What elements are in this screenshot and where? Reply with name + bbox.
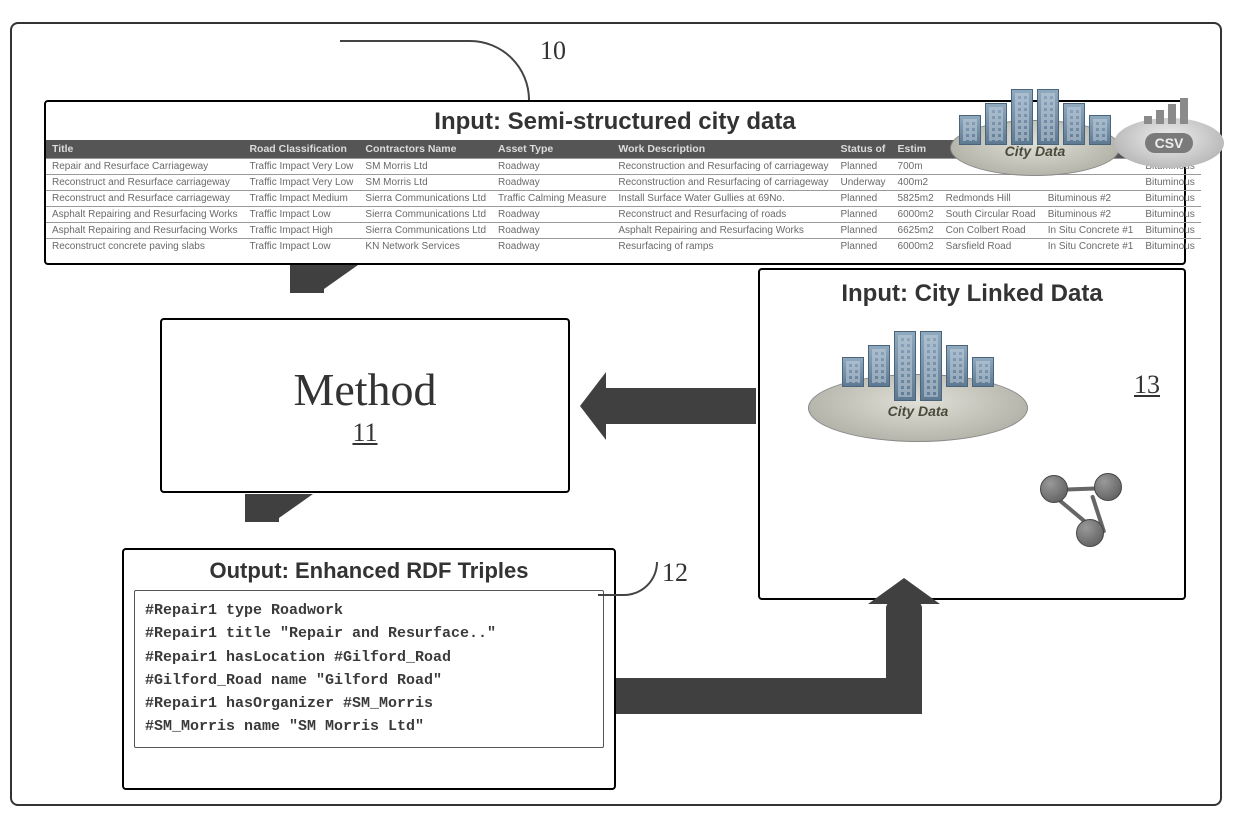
arrow-output-to-linked: [616, 588, 956, 718]
leader-10: [340, 40, 530, 100]
table-header: Road Classification: [243, 140, 359, 159]
table-header: Work Description: [612, 140, 834, 159]
ref-11: 11: [352, 418, 377, 448]
table-row: Asphalt Repairing and Resurfacing WorksT…: [46, 223, 1201, 239]
rdf-line: #Repair1 hasLocation #Gilford_Road: [145, 646, 593, 669]
buildings-icon: [809, 331, 1027, 391]
table-header: Asset Type: [492, 140, 612, 159]
input-linked-data-box: Input: City Linked Data 13 City Data: [758, 268, 1186, 600]
buildings-icon: [951, 89, 1119, 149]
method-label: Method: [293, 363, 436, 416]
rdf-line: #Repair1 type Roadwork: [145, 599, 593, 622]
output-rdf-box: Output: Enhanced RDF Triples #Repair1 ty…: [122, 548, 616, 790]
rdf-line: #Repair1 hasOrganizer #SM_Morris: [145, 692, 593, 715]
csv-badge: CSV: [1114, 92, 1224, 172]
table-row: Asphalt Repairing and Resurfacing WorksT…: [46, 207, 1201, 223]
arrow-linked-to-method: [580, 372, 756, 440]
ref-13: 13: [1134, 370, 1160, 400]
table-header: Title: [46, 140, 243, 159]
rdf-triples-code: #Repair1 type Roadwork#Repair1 title "Re…: [134, 590, 604, 748]
table-row: Reconstruct and Resurface carriagewayTra…: [46, 191, 1201, 207]
method-box: Method 11: [160, 318, 570, 493]
table-header: Estim: [892, 140, 940, 159]
ref-12: 12: [662, 558, 688, 588]
output-rdf-title: Output: Enhanced RDF Triples: [124, 550, 614, 590]
rdf-line: #Gilford_Road name "Gilford Road": [145, 669, 593, 692]
rdf-line: #SM_Morris name "SM Morris Ltd": [145, 715, 593, 738]
ref-10: 10: [540, 36, 566, 66]
table-header: Status of: [835, 140, 892, 159]
city-data-badge: City Data: [950, 88, 1130, 178]
csv-label: CSV: [1145, 133, 1194, 153]
csv-bars-icon: [1144, 98, 1188, 124]
city-data-badge-2: City Data: [808, 330, 1048, 460]
rdf-line: #Repair1 title "Repair and Resurface..": [145, 622, 593, 645]
table-header: Contractors Name: [359, 140, 492, 159]
city-data-label: City Data: [888, 403, 949, 419]
input-linked-data-title: Input: City Linked Data: [760, 270, 1184, 310]
table-row: Reconstruct concrete paving slabsTraffic…: [46, 239, 1201, 255]
